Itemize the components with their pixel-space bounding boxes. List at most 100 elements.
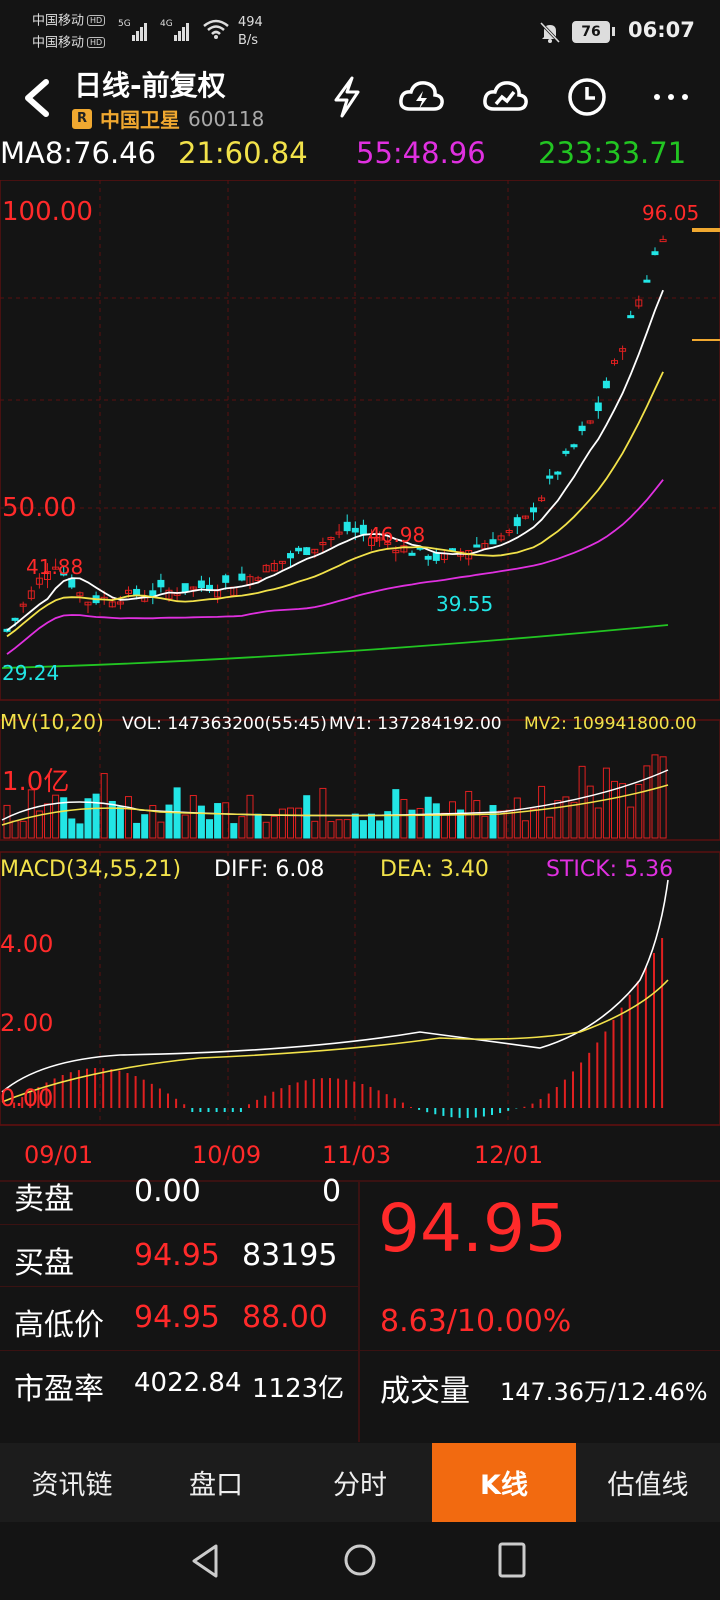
sell-price: 0.00	[134, 1174, 201, 1209]
volume-bar	[189, 795, 197, 839]
volume-value: 147.36万/12.46%	[500, 1378, 708, 1406]
kline-chart[interactable]: 100.00 50.00 96.05 46.98 41.88 39.55 29.…	[0, 180, 720, 1180]
high-low-label: 高低价	[14, 1308, 104, 1343]
volume-bar	[440, 812, 448, 839]
candle-body	[489, 539, 497, 545]
system-nav-bar	[0, 1522, 720, 1600]
current-price: 94.95	[378, 1190, 567, 1267]
candle-body	[659, 239, 667, 243]
buy-volume: 83195	[242, 1238, 338, 1273]
volume-bar	[52, 794, 60, 839]
volume-bar	[424, 796, 432, 839]
stock-code: 600118	[188, 106, 265, 131]
volume-bar	[238, 816, 246, 839]
mute-bell-icon	[539, 21, 561, 44]
candle-body	[408, 552, 416, 556]
candle-body	[627, 315, 635, 319]
diff-line	[1, 879, 669, 1093]
volume-bar	[481, 815, 489, 839]
price-axis-100: 100.00	[2, 197, 93, 227]
volume-bar	[359, 820, 367, 839]
page-title: 日线-前复权	[74, 69, 226, 102]
history-button[interactable]	[562, 72, 612, 122]
cloud-sync-button[interactable]	[396, 72, 446, 122]
date-label: 09/01	[24, 1141, 93, 1169]
ma55-value: 55:48.96	[356, 136, 486, 170]
candlesticks	[3, 235, 667, 633]
ma21-line	[6, 371, 664, 638]
volume-bar	[602, 767, 610, 839]
stock-info: R 中国卫星 600118	[72, 104, 264, 133]
tab-order-book[interactable]: 盘口	[144, 1443, 288, 1522]
back-button[interactable]	[16, 76, 56, 120]
mv2-line	[1, 784, 669, 826]
mv1-value: MV1: 137284192.00	[329, 714, 502, 734]
volume-bar	[651, 754, 659, 839]
ma21-value: 21:60.84	[178, 136, 308, 170]
tab-valuation[interactable]: 估值线	[576, 1443, 720, 1522]
macd-diff: DIFF: 6.08	[214, 857, 324, 882]
volume-bars	[1, 754, 669, 839]
header: 日线-前复权 R 中国卫星 600118	[0, 64, 720, 136]
volume-bar	[3, 804, 11, 839]
candle-body	[432, 552, 440, 561]
tab-intraday[interactable]: 分时	[288, 1443, 432, 1522]
sell-volume: 0	[322, 1174, 342, 1209]
price-axis-50: 50.00	[2, 493, 76, 523]
volume-bar	[157, 821, 165, 839]
candle-body	[238, 573, 246, 581]
volume-bar	[303, 795, 311, 839]
volume-bar	[262, 821, 270, 839]
candle-body	[181, 583, 189, 593]
volume-bar	[376, 820, 384, 839]
volume-bar	[197, 805, 205, 839]
candle-body	[602, 380, 610, 389]
signal-icon	[174, 22, 190, 42]
volume-bar	[351, 813, 359, 839]
more-button[interactable]	[646, 72, 696, 122]
signal-icon	[132, 22, 148, 42]
panel-border	[0, 851, 720, 1126]
carrier-1: 中国移动 HD	[32, 10, 106, 33]
home-nav-icon[interactable]	[342, 1542, 378, 1578]
divider	[358, 1180, 360, 1442]
divider	[0, 1350, 720, 1351]
status-bar: 中国移动 HD 中国移动 HD 5G 4G 494 B/s 76 06:07	[0, 0, 720, 64]
volume-bar	[278, 808, 286, 839]
tab-bar: 资讯链 盘口 分时 K线 估值线	[0, 1443, 720, 1522]
cloud-chart-button[interactable]	[480, 72, 530, 122]
volume-bar	[76, 823, 84, 839]
volume-bar	[68, 818, 76, 839]
mv2-value: MV2: 109941800.00	[524, 714, 697, 734]
dea-line	[1, 979, 669, 1103]
tab-news[interactable]: 资讯链	[0, 1443, 144, 1522]
candle-body	[359, 524, 367, 535]
volume-bar	[19, 820, 27, 839]
tab-kline[interactable]: K线	[432, 1443, 576, 1522]
ma233-line	[1, 624, 669, 669]
back-nav-icon[interactable]	[188, 1542, 222, 1580]
net-5g-label: 5G	[118, 19, 131, 29]
volume-bar	[92, 793, 100, 839]
ma-lines	[1, 289, 669, 669]
clock-icon	[568, 78, 606, 116]
battery-icon: 76	[572, 21, 610, 43]
macd-stick: STICK: 5.36	[546, 857, 673, 882]
recents-nav-icon[interactable]	[496, 1540, 528, 1580]
volume-bar	[530, 808, 537, 839]
high-price-label: 96.05	[642, 201, 699, 225]
lightning-icon	[334, 76, 360, 118]
volume-bar	[643, 765, 651, 839]
volume-bar	[578, 765, 586, 839]
candle-body	[351, 527, 359, 533]
volume-bar	[392, 789, 400, 839]
low-price-label: 39.55	[436, 592, 493, 616]
lightning-button[interactable]	[322, 72, 372, 122]
high-price: 94.95	[134, 1300, 220, 1335]
panel-border	[0, 180, 720, 701]
cloud-lightning-icon	[399, 81, 444, 111]
date-label: 10/09	[192, 1141, 261, 1169]
volume-bar	[521, 820, 529, 839]
candle-body	[11, 617, 19, 621]
divider	[0, 1224, 358, 1225]
